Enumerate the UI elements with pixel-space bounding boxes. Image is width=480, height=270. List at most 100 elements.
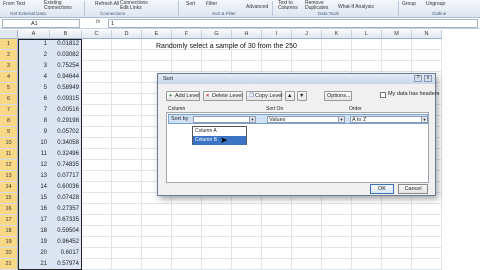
cell-empty[interactable] [82,160,112,171]
cell-empty[interactable] [262,204,292,215]
cell-b[interactable]: 0.60036 [50,182,82,193]
column-select[interactable]: ▼ [193,116,256,123]
cell-empty[interactable] [322,61,352,72]
sort-button[interactable]: Sort [186,1,195,7]
cell-empty[interactable] [142,204,172,215]
cell-empty[interactable] [142,248,172,259]
cell-b[interactable]: 0.94644 [50,72,82,83]
cell-b[interactable]: 0.59504 [50,226,82,237]
cell-empty[interactable] [112,116,142,127]
group-button[interactable]: Group [402,1,416,7]
cell-empty[interactable] [292,50,322,61]
column-header-k[interactable]: K [322,30,352,39]
column-header-b[interactable]: B [50,30,82,39]
cell-empty[interactable] [202,237,232,248]
cell-empty[interactable] [112,138,142,149]
cell-empty[interactable] [82,182,112,193]
row-header[interactable]: 3 [0,61,18,72]
cell-empty[interactable] [352,237,382,248]
column-header-j[interactable]: J [292,30,322,39]
cell-empty[interactable] [142,259,172,270]
cell-empty[interactable] [232,259,262,270]
move-down-button[interactable]: ▼ [297,91,307,101]
cell-empty[interactable] [202,50,232,61]
cell-empty[interactable] [322,50,352,61]
cell-empty[interactable] [232,204,262,215]
cell-b[interactable]: 0.01812 [50,39,82,50]
row-header[interactable]: 19 [0,237,18,248]
move-up-button[interactable]: ▲ [285,91,295,101]
cell-empty[interactable] [82,83,112,94]
cell-empty[interactable] [172,248,202,259]
cell-empty[interactable] [82,50,112,61]
cell-empty[interactable] [322,259,352,270]
cell-empty[interactable] [82,248,112,259]
cell-empty[interactable] [142,226,172,237]
cell-empty[interactable] [262,259,292,270]
cell-empty[interactable] [382,215,412,226]
cell-empty[interactable] [82,116,112,127]
cell-b[interactable]: 0.67335 [50,215,82,226]
cell-empty[interactable] [172,259,202,270]
cell-empty[interactable] [382,50,412,61]
cell-empty[interactable] [172,226,202,237]
cell-empty[interactable] [82,237,112,248]
cell-empty[interactable] [352,61,382,72]
advanced-button[interactable]: Advanced [246,4,268,10]
cell-a[interactable]: 11 [18,149,50,160]
cell-empty[interactable] [322,237,352,248]
cell-empty[interactable] [352,50,382,61]
column-header-h[interactable]: H [232,30,262,39]
help-button[interactable]: ? [414,75,422,82]
cell-empty[interactable] [412,215,442,226]
cell-empty[interactable] [82,226,112,237]
cell-empty[interactable] [412,237,442,248]
cell-b[interactable]: 0.05702 [50,127,82,138]
column-header-n[interactable]: N [412,30,442,39]
cell-empty[interactable] [82,72,112,83]
name-box[interactable]: A1 [2,19,80,28]
column-header-c[interactable]: C [82,30,112,39]
cell-empty[interactable] [82,61,112,72]
row-header[interactable]: 10 [0,138,18,149]
cell-empty[interactable] [82,259,112,270]
cell-empty[interactable] [112,215,142,226]
cell-b[interactable]: 0.03082 [50,50,82,61]
cell-empty[interactable] [172,215,202,226]
column-header-e[interactable]: E [142,30,172,39]
cell-empty[interactable] [112,61,142,72]
row-header[interactable]: 4 [0,72,18,83]
cell-empty[interactable] [82,171,112,182]
cell-a[interactable]: 14 [18,182,50,193]
cell-empty[interactable] [112,72,142,83]
cell-empty[interactable] [292,61,322,72]
cell-empty[interactable] [262,248,292,259]
cell-empty[interactable] [82,39,112,50]
cell-empty[interactable] [82,138,112,149]
cell-a[interactable]: 19 [18,237,50,248]
cell-empty[interactable] [172,50,202,61]
row-header[interactable]: 1 [0,39,18,50]
column-header-a[interactable]: A [18,30,50,39]
cell-a[interactable]: 9 [18,127,50,138]
cell-empty[interactable] [352,259,382,270]
cell-empty[interactable] [112,39,142,50]
row-header[interactable]: 12 [0,160,18,171]
cell-empty[interactable] [322,204,352,215]
row-header[interactable]: 6 [0,94,18,105]
cell-empty[interactable] [322,39,352,50]
filter-button[interactable]: Filter [206,1,217,7]
cell-empty[interactable] [232,61,262,72]
row-header[interactable]: 2 [0,50,18,61]
row-header[interactable]: 13 [0,171,18,182]
cell-empty[interactable] [412,259,442,270]
options-button[interactable]: Options... [324,91,352,101]
cell-b[interactable]: 0.27357 [50,204,82,215]
cell-a[interactable]: 4 [18,72,50,83]
copy-level-button[interactable]: ❐Copy Level [246,91,283,101]
column-header-g[interactable]: G [202,30,232,39]
cell-empty[interactable] [142,237,172,248]
cell-empty[interactable] [292,204,322,215]
cell-empty[interactable] [82,193,112,204]
row-header[interactable]: 17 [0,215,18,226]
